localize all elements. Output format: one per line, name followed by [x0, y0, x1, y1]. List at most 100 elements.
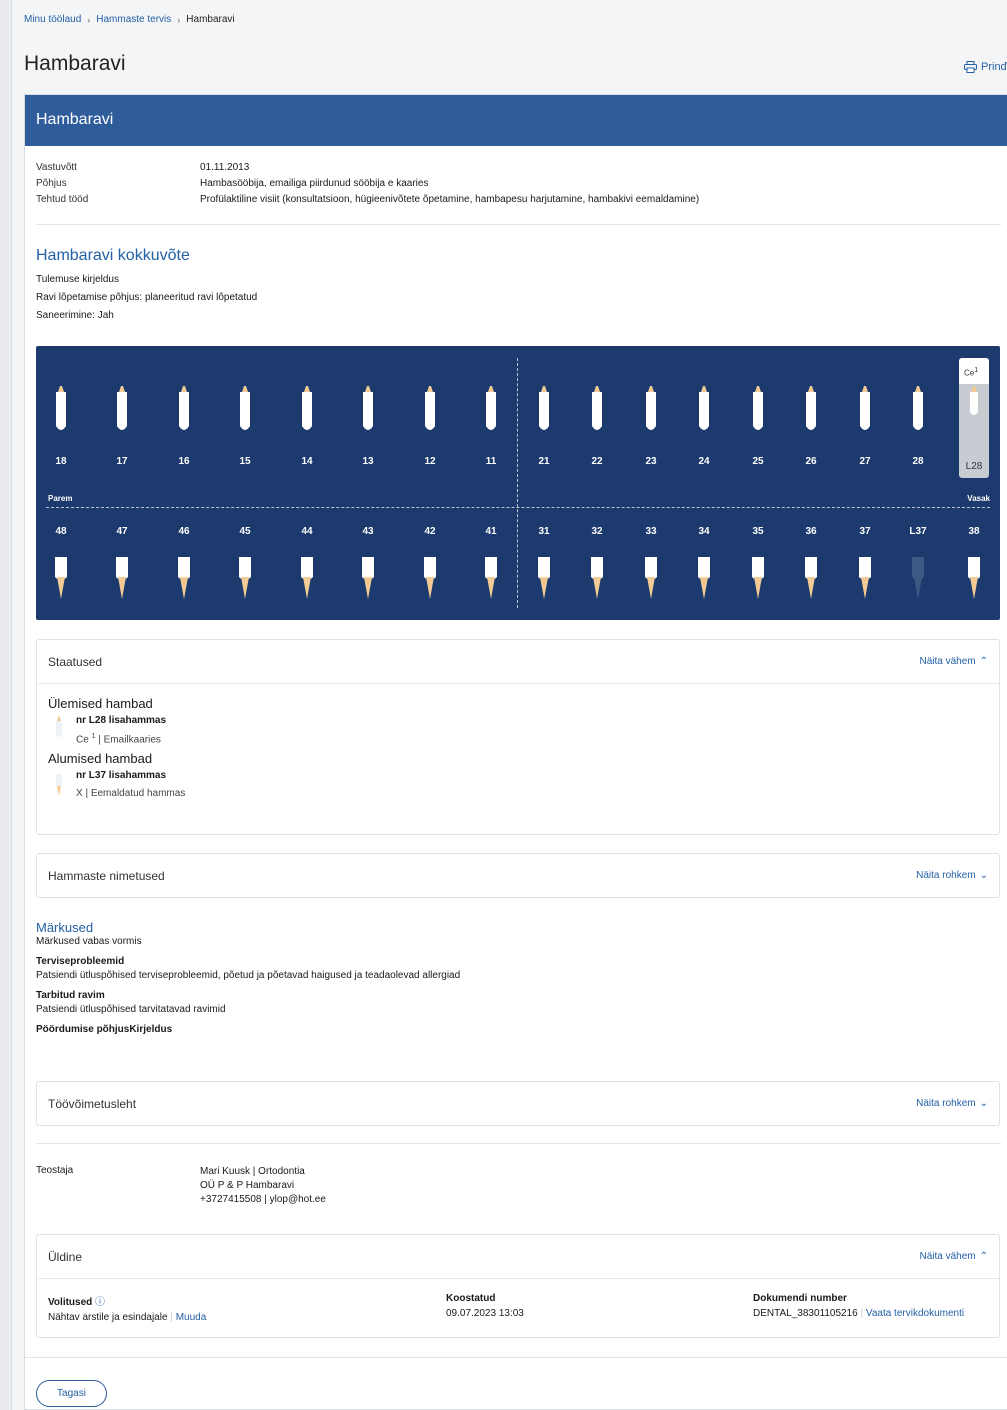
card-header: Hambaravi — [25, 95, 1007, 146]
status-item-l37: nr L37 lisahammas X | Eemaldatud hammas — [52, 770, 988, 799]
tooth-27[interactable]: 27 — [845, 386, 885, 467]
tooth-number: 36 — [805, 526, 817, 537]
back-button[interactable]: Tagasi — [36, 1380, 107, 1407]
tooth-number: 45 — [239, 526, 251, 537]
right-side-label: Parem — [48, 494, 73, 503]
tooth-13[interactable]: 13 — [348, 386, 388, 467]
tooth-number: 18 — [55, 456, 67, 467]
tooth-number: 42 — [424, 526, 436, 537]
general-toggle[interactable]: Näita vähem ⌃ — [919, 1251, 988, 1262]
tooth-number: 31 — [538, 526, 550, 537]
print-label: Prinď — [981, 61, 1007, 73]
tooth-icon — [485, 557, 497, 599]
change-permissions-link[interactable]: Muuda — [176, 1312, 207, 1323]
tooth-names-panel: Hammaste nimetused Näita rohkem ⌄ — [36, 853, 1000, 898]
tooth-46[interactable]: 46 — [164, 526, 204, 607]
tooth-number: 23 — [645, 456, 657, 467]
breadcrumb-link-dental-health[interactable]: Hammaste tervis — [96, 14, 171, 25]
tooth-number: 48 — [55, 526, 67, 537]
info-row-reason: Põhjus Hambasööbija, emailiga piirdunud s… — [36, 177, 429, 189]
tooth-icon — [362, 557, 374, 599]
tooth-31[interactable]: 31 — [524, 526, 564, 607]
tooth-25[interactable]: 25 — [738, 386, 778, 467]
tooth-number: 12 — [424, 456, 436, 467]
tooth-26[interactable]: 26 — [791, 386, 831, 467]
tooth-number: 26 — [805, 456, 817, 467]
visit-info: Vastuvõtt 01.11.2013 Põhjus Hambasööbija, … — [25, 146, 1007, 207]
extra-tooth-l28[interactable]: Ce1 L28 — [959, 358, 989, 478]
tooth-number: 24 — [698, 456, 710, 467]
tooth-28[interactable]: 28 — [898, 386, 938, 467]
info-icon[interactable]: ⓘ — [95, 1297, 105, 1308]
tooth-15[interactable]: 15 — [225, 386, 265, 467]
tooth-icon — [646, 386, 656, 430]
tooth-number: 46 — [178, 526, 190, 537]
work-capacity-panel: Töövõimetusleht Näita rohkem ⌄ — [36, 1081, 1000, 1126]
chart-midline — [517, 358, 518, 608]
tooth-icon — [424, 557, 436, 599]
general-panel: Üldine Näita vähem ⌃ Volitused ⓘ Nähtav a… — [36, 1234, 1000, 1338]
executor-info: Teostaja Mari Kuusk | Ortodontia OÜ P & … — [36, 1165, 326, 1205]
tooth-icon — [116, 557, 128, 599]
page-title: Hambaravi — [24, 52, 126, 75]
tooth-number: 34 — [698, 526, 710, 537]
chevron-up-icon: ⌃ — [979, 1251, 988, 1262]
chevron-up-icon: ⌃ — [979, 656, 988, 667]
tooth-22[interactable]: 22 — [577, 386, 617, 467]
tooth-icon — [538, 557, 550, 599]
tooth-icon — [363, 386, 373, 430]
tooth-11[interactable]: 11 — [471, 386, 511, 467]
tooth-number: 33 — [645, 526, 657, 537]
tooth-47[interactable]: 47 — [102, 526, 142, 607]
breadcrumb-current: Hambaravi — [186, 14, 235, 25]
tooth-18[interactable]: 18 — [41, 386, 81, 467]
tooth-14[interactable]: 14 — [287, 386, 327, 467]
tooth-34[interactable]: 34 — [684, 526, 724, 607]
extra-tooth-status: Ce1 — [959, 358, 989, 384]
tooth-36[interactable]: 36 — [791, 526, 831, 607]
tooth-41[interactable]: 41 — [471, 526, 511, 607]
tooth-45[interactable]: 45 — [225, 526, 265, 607]
tooth-33[interactable]: 33 — [631, 526, 671, 607]
view-full-document-link[interactable]: Vaata tervikdokumenti — [866, 1308, 964, 1319]
tooth-44[interactable]: 44 — [287, 526, 327, 607]
tooth-38[interactable]: 38 — [954, 526, 994, 607]
tooth-icon — [753, 386, 763, 430]
work-capacity-toggle[interactable]: Näita rohkem ⌄ — [916, 1098, 988, 1109]
tooth-43[interactable]: 43 — [348, 526, 388, 607]
tooth-icon — [178, 557, 190, 599]
divider — [36, 1143, 1001, 1144]
tooth-number: 35 — [752, 526, 764, 537]
divider — [25, 1357, 1007, 1358]
breadcrumb-link-dashboard[interactable]: Minu töölaud — [24, 14, 81, 25]
print-button[interactable]: Prinď — [964, 61, 1007, 73]
general-title: Üldine — [48, 1249, 83, 1264]
tooth-icon — [301, 557, 313, 599]
tooth-icon — [699, 386, 709, 430]
tooth-12[interactable]: 12 — [410, 386, 450, 467]
tooth-number: 21 — [538, 456, 550, 467]
printer-icon — [964, 61, 977, 73]
tooth-16[interactable]: 16 — [164, 386, 204, 467]
tooth-48[interactable]: 48 — [41, 526, 81, 607]
tooth-32[interactable]: 32 — [577, 526, 617, 607]
statuses-toggle[interactable]: Näita vähem ⌃ — [919, 656, 988, 667]
tooth-number: 14 — [301, 456, 313, 467]
tooth-37[interactable]: 37 — [845, 526, 885, 607]
chevron-down-icon: ⌄ — [979, 1098, 988, 1109]
tooth-icon — [55, 557, 67, 599]
tooth-42[interactable]: 42 — [410, 526, 450, 607]
tooth-number: 25 — [752, 456, 764, 467]
tooth-names-toggle[interactable]: Näita rohkem ⌄ — [916, 870, 988, 881]
tooth-icon — [805, 557, 817, 599]
tooth-number: 28 — [912, 456, 924, 467]
tooth-17[interactable]: 17 — [102, 386, 142, 467]
tooth-21[interactable]: 21 — [524, 386, 564, 467]
tooth-24[interactable]: 24 — [684, 386, 724, 467]
breadcrumb: Minu töölaud › Hammaste tervis › Hambara… — [24, 14, 235, 25]
tooth-L37[interactable]: L37 — [898, 526, 938, 607]
tooth-23[interactable]: 23 — [631, 386, 671, 467]
tooth-icon — [56, 386, 66, 430]
tooth-35[interactable]: 35 — [738, 526, 778, 607]
tooth-icon — [859, 557, 871, 599]
